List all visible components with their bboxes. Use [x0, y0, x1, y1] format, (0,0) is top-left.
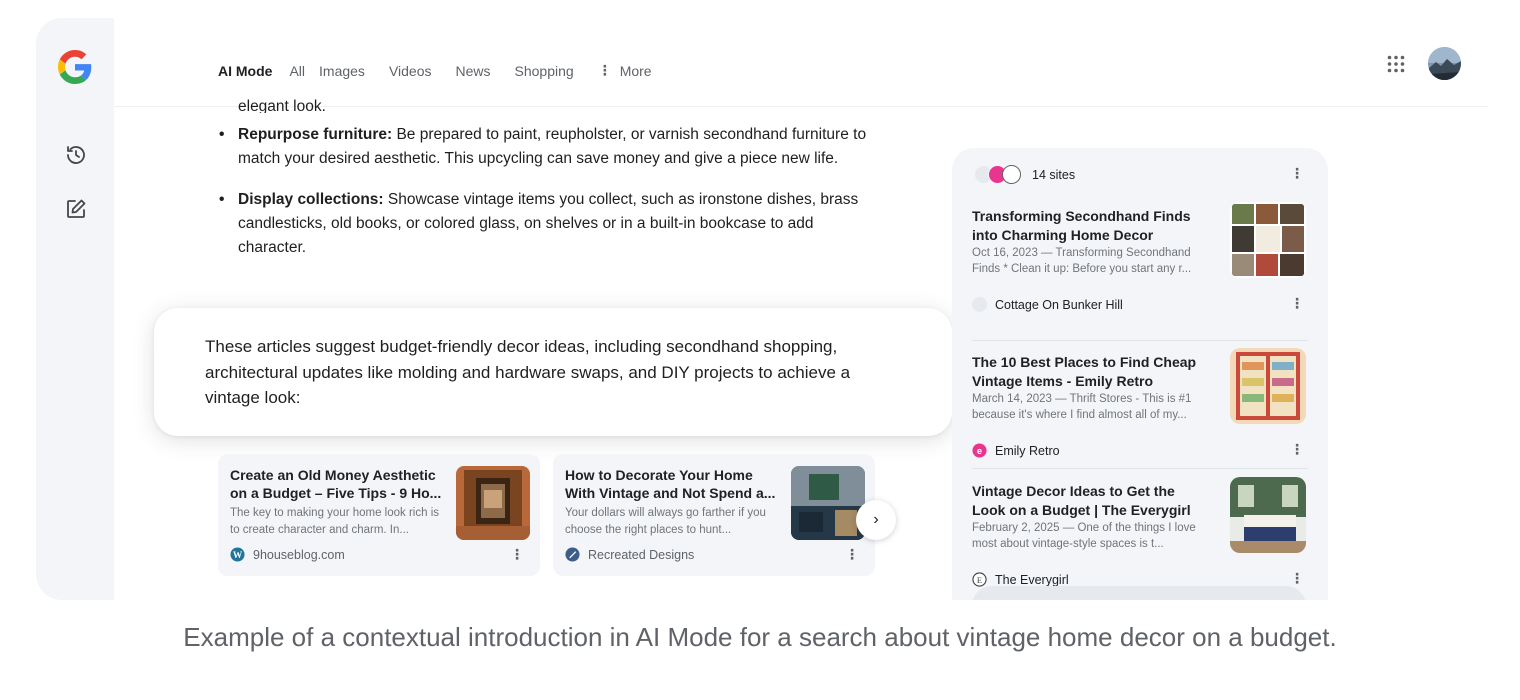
ai-answer: elegant look. • Repurpose furniture: Be …: [219, 98, 878, 277]
bullet-term: Display collections:: [238, 191, 384, 208]
source-site-name: Emily Retro: [995, 443, 1060, 458]
sources-header[interactable]: 14 sites ⋮: [974, 164, 1308, 186]
contextual-intro-card: These articles suggest budget-friendly d…: [154, 308, 952, 436]
site-favicons: [974, 165, 1028, 185]
source-snippet: February 2, 2025 — One of the things I l…: [972, 522, 1196, 550]
left-rail: [36, 18, 114, 600]
source-title[interactable]: Transforming Secondhand Finds into Charm…: [972, 207, 1212, 244]
link-card-snippet: The key to making your home look rich is…: [230, 507, 440, 536]
figure-caption: Example of a contextual introduction in …: [183, 622, 1337, 652]
tab-more[interactable]: ⋮ More: [598, 62, 652, 79]
link-card-source-name: 9houseblog.com: [253, 547, 345, 562]
link-card-snippet: Your dollars will always go farther if y…: [565, 507, 766, 536]
wordpress-icon: W: [230, 547, 245, 562]
svg-text:E: E: [977, 575, 982, 585]
more-vert-icon[interactable]: ⋮: [510, 546, 524, 563]
new-chat-icon[interactable]: [64, 197, 88, 221]
more-vert-icon: ⋮: [597, 62, 612, 78]
avatar[interactable]: [1428, 47, 1461, 80]
svg-text:e: e: [977, 446, 982, 456]
link-card-title[interactable]: How to Decorate Your Home With Vintage a…: [565, 466, 785, 502]
more-label: More: [619, 62, 652, 79]
source-thumbnail[interactable]: [1230, 202, 1306, 278]
tab-shopping[interactable]: Shopping: [515, 63, 574, 79]
show-all-button[interactable]: [972, 586, 1306, 600]
more-vert-icon[interactable]: ⋮: [845, 546, 859, 563]
search-tabs: AI Mode All Images Videos News Shopping …: [218, 62, 676, 79]
divider: [972, 468, 1308, 469]
contextual-intro-text: These articles suggest budget-friendly d…: [205, 337, 851, 407]
sites-count: 14 sites: [1032, 168, 1076, 182]
everygirl-favicon-icon: E: [972, 572, 987, 587]
link-card-title[interactable]: Create an Old Money Aesthetic on a Budge…: [230, 466, 450, 502]
more-vert-icon[interactable]: ⋮: [1290, 165, 1304, 182]
more-vert-icon[interactable]: ⋮: [1290, 295, 1304, 312]
source-snippet: March 14, 2023 — Thrift Stores - This is…: [972, 393, 1192, 421]
bullet-dot: •: [219, 191, 225, 208]
link-card-source-name: Recreated Designs: [588, 547, 695, 562]
link-card-thumbnail[interactable]: [791, 466, 865, 540]
link-card-source[interactable]: Recreated Designs: [565, 547, 694, 562]
emily-retro-favicon-icon: e: [972, 443, 987, 458]
source-item[interactable]: Vintage Decor Ideas to Get the Look on a…: [972, 477, 1308, 600]
carousel-next-button[interactable]: ›: [856, 500, 896, 540]
source-item[interactable]: The 10 Best Places to Find Cheap Vintage…: [972, 348, 1308, 481]
bullet-dot: •: [219, 126, 225, 143]
link-card[interactable]: How to Decorate Your Home With Vintage a…: [553, 454, 875, 576]
answer-cut-line: elegant look.: [238, 98, 326, 113]
source-title[interactable]: The 10 Best Places to Find Cheap Vintage…: [972, 353, 1212, 390]
browser-frame: AI Mode All Images Videos News Shopping …: [36, 18, 1488, 600]
everygirl-favicon-icon: [1002, 165, 1021, 184]
source-item[interactable]: Transforming Secondhand Finds into Charm…: [972, 202, 1308, 335]
recreated-designs-icon: [565, 547, 580, 562]
svg-text:W: W: [233, 551, 243, 561]
source-site-name: Cottage On Bunker Hill: [995, 297, 1123, 312]
apps-grid-icon[interactable]: [1387, 55, 1405, 73]
tab-all[interactable]: All: [289, 63, 305, 79]
bullet-term: Repurpose furniture:: [238, 126, 393, 143]
tab-news[interactable]: News: [456, 63, 491, 79]
cottage-favicon-icon: [972, 297, 987, 312]
link-card-source[interactable]: W 9houseblog.com: [230, 547, 345, 562]
tab-videos[interactable]: Videos: [389, 63, 432, 79]
link-card[interactable]: Create an Old Money Aesthetic on a Budge…: [218, 454, 540, 576]
more-vert-icon[interactable]: ⋮: [1290, 570, 1304, 587]
source-title[interactable]: Vintage Decor Ideas to Get the Look on a…: [972, 482, 1212, 519]
tab-images[interactable]: Images: [319, 63, 365, 79]
tab-ai-mode[interactable]: AI Mode: [218, 63, 272, 79]
answer-bullet-list: • Repurpose furniture: Be prepared to pa…: [219, 123, 878, 260]
sources-panel: 14 sites ⋮ Transforming Secondhand Finds…: [952, 148, 1328, 600]
source-thumbnail[interactable]: [1230, 477, 1306, 553]
list-item: • Display collections: Showcase vintage …: [219, 188, 878, 260]
history-icon[interactable]: [64, 143, 88, 167]
source-site-name: The Everygirl: [995, 572, 1069, 587]
more-vert-icon[interactable]: ⋮: [1290, 441, 1304, 458]
source-site[interactable]: Cottage On Bunker Hill: [972, 297, 1123, 312]
google-logo[interactable]: [58, 50, 92, 84]
source-thumbnail[interactable]: [1230, 348, 1306, 424]
source-site[interactable]: e Emily Retro: [972, 443, 1060, 458]
source-site[interactable]: E The Everygirl: [972, 572, 1069, 587]
divider: [972, 340, 1308, 341]
link-card-thumbnail[interactable]: [456, 466, 530, 540]
source-snippet: Oct 16, 2023 — Transforming Secondhand F…: [972, 247, 1192, 275]
chevron-right-icon: ›: [873, 511, 879, 528]
list-item: • Repurpose furniture: Be prepared to pa…: [219, 123, 878, 171]
